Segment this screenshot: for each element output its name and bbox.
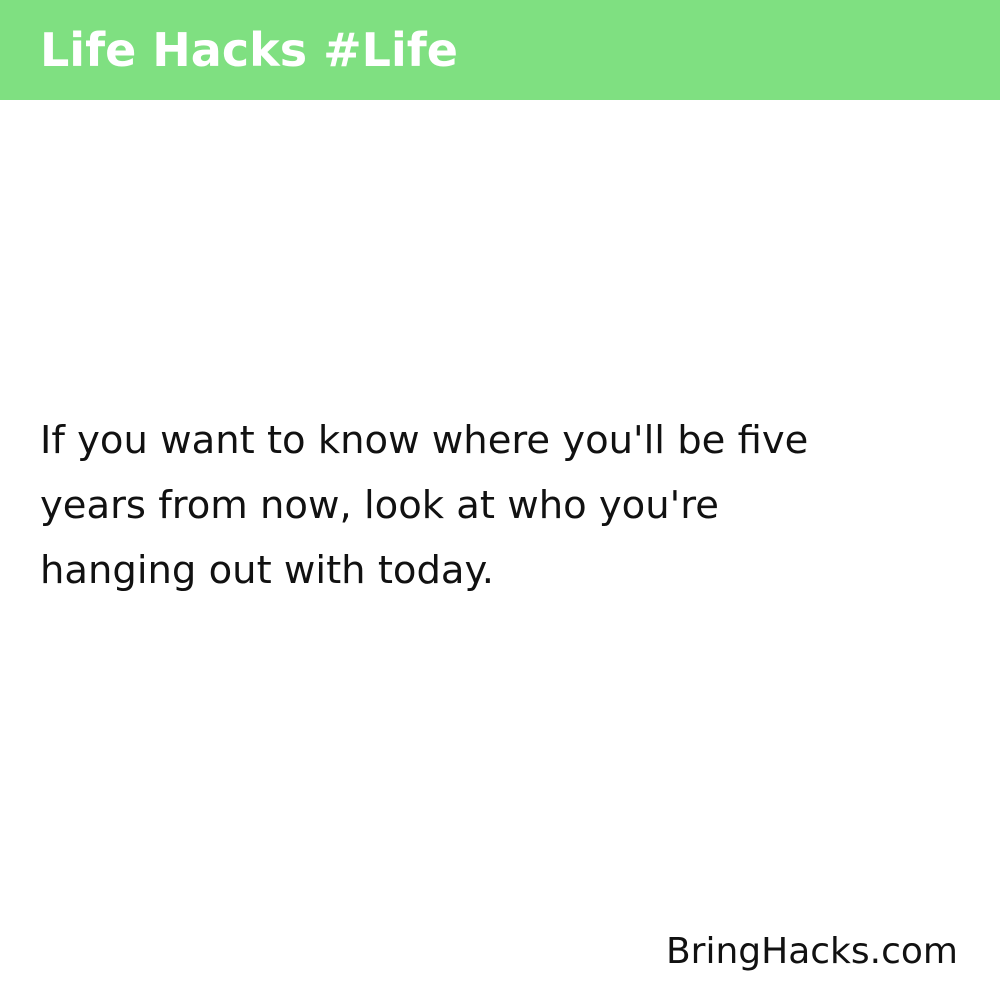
quote-text: If you want to know where you'll be five… — [40, 408, 970, 603]
page-title: Life Hacks #Life — [40, 23, 458, 77]
quote-container: If you want to know where you'll be five… — [40, 408, 970, 603]
quote-line-1: If you want to know where you'll be five — [40, 418, 809, 463]
site-credit: BringHacks.com — [665, 931, 958, 972]
header-bar: Life Hacks #Life — [0, 0, 1000, 100]
quote-line-2: years from now, look at who you're — [40, 483, 719, 528]
quote-line-3: hanging out with today. — [40, 548, 495, 593]
